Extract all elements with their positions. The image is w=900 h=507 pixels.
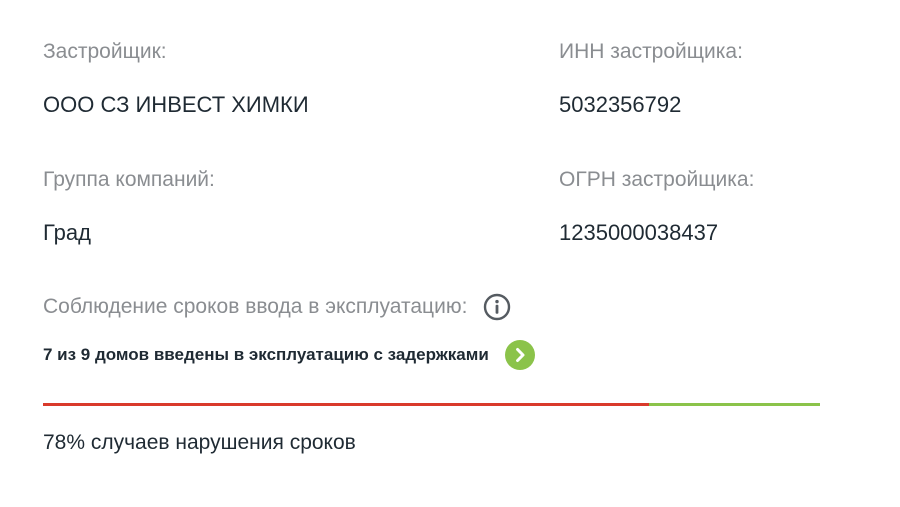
developer-value: ООО СЗ ИНВЕСТ ХИМКИ (43, 92, 309, 117)
ogrn-label: ОГРН застройщика: (559, 168, 755, 191)
violation-progress-fill (43, 403, 650, 406)
inn-value: 5032356792 (559, 92, 682, 117)
violation-text: 78% случаев нарушения сроков (43, 431, 356, 454)
violation-progress-bar (43, 403, 820, 406)
ogrn-field: ОГРН застройщика: 1235000038437 (559, 166, 754, 248)
group-field: Группа компаний: Град (43, 166, 215, 248)
developer-label: Застройщик: (43, 40, 167, 63)
chevron-right-icon[interactable] (504, 340, 535, 370)
deadline-label: Соблюдение сроков ввода в эксплуатацию: (43, 295, 468, 318)
info-icon[interactable] (483, 293, 511, 321)
deadline-title-row: Соблюдение сроков ввода в эксплуатацию: (43, 292, 823, 322)
inn-field: ИНН застройщика: 5032356792 (559, 38, 743, 120)
ogrn-value: 1235000038437 (559, 220, 719, 245)
houses-row: 7 из 9 домов введены в эксплуатацию с за… (43, 340, 823, 370)
developer-field: Застройщик: ООО СЗ ИНВЕСТ ХИМКИ (43, 38, 309, 120)
deadline-section: Соблюдение сроков ввода в эксплуатацию: … (43, 292, 823, 455)
inn-label: ИНН застройщика: (559, 40, 743, 63)
group-label: Группа компаний: (43, 168, 215, 191)
houses-delay-text: 7 из 9 домов введены в эксплуатацию с за… (43, 345, 489, 364)
group-value: Град (43, 220, 91, 245)
